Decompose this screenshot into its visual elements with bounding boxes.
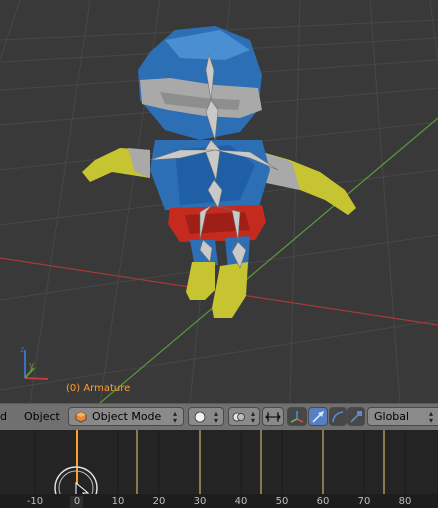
timeline-tick-label: 60	[316, 496, 330, 507]
timeline-tick-label: 70	[357, 496, 371, 507]
viewport-shading-select[interactable]: ▴ ▾	[188, 407, 224, 426]
timeline-tick-label: 40	[234, 496, 248, 507]
transform-orientation-label: Global	[374, 410, 410, 423]
active-object-label: (0) Armature	[66, 383, 131, 394]
transform-orientation-select[interactable]: Global ▴ ▾	[367, 407, 438, 426]
double-arrow-icon	[265, 412, 281, 422]
timeline-tick-label: 30	[193, 496, 207, 507]
updown-arrows-icon: ▴ ▾	[214, 409, 219, 425]
manipulator-toggle-button[interactable]	[287, 407, 307, 426]
updown-arrows-icon: ▴ ▾	[429, 409, 434, 425]
svg-text:y: y	[29, 361, 35, 371]
timeline-tick-label: 20	[152, 496, 166, 507]
pivot-icon	[232, 412, 245, 422]
solid-sphere-icon	[194, 411, 206, 423]
timeline-tick-label: -10	[26, 496, 44, 507]
timeline-tick-label: 0	[73, 496, 81, 507]
character-model[interactable]	[82, 26, 356, 318]
select-menu-partial[interactable]: d	[0, 410, 7, 423]
updown-arrows-icon: ▴ ▾	[173, 409, 178, 425]
scale-manipulator-button[interactable]	[347, 407, 365, 426]
rotate-manipulator-button[interactable]	[329, 407, 347, 426]
viewport-header: d Object Object Mode ▴ ▾ ▴ ▾ ▴ ▾ Global …	[0, 403, 438, 430]
timeline-editor[interactable]: -10 0 10 20 30 40 50 60 70 80	[0, 430, 438, 508]
timeline-tick-label: 10	[111, 496, 125, 507]
mode-select[interactable]: Object Mode ▴ ▾	[68, 407, 184, 426]
timeline-canvas	[0, 430, 438, 508]
timeline-tick-label: 80	[398, 496, 412, 507]
translate-manipulator-button[interactable]	[308, 407, 328, 426]
object-menu[interactable]: Object	[24, 410, 60, 423]
scale-icon	[350, 411, 362, 423]
3d-viewport[interactable]: y z (0) Armature	[0, 0, 438, 403]
proportional-edit-button[interactable]	[262, 407, 284, 426]
translate-arrow-icon	[312, 411, 324, 423]
mode-select-label: Object Mode	[92, 410, 162, 423]
svg-text:z: z	[20, 345, 24, 354]
manipulator-axes-icon	[290, 411, 304, 423]
rotate-arc-icon	[332, 411, 344, 423]
updown-arrows-icon: ▴ ▾	[251, 409, 256, 425]
timeline-tick-label: 50	[275, 496, 289, 507]
cube-icon	[75, 411, 87, 423]
viewport-scene: y z	[0, 0, 438, 403]
pivot-point-select[interactable]: ▴ ▾	[228, 407, 260, 426]
